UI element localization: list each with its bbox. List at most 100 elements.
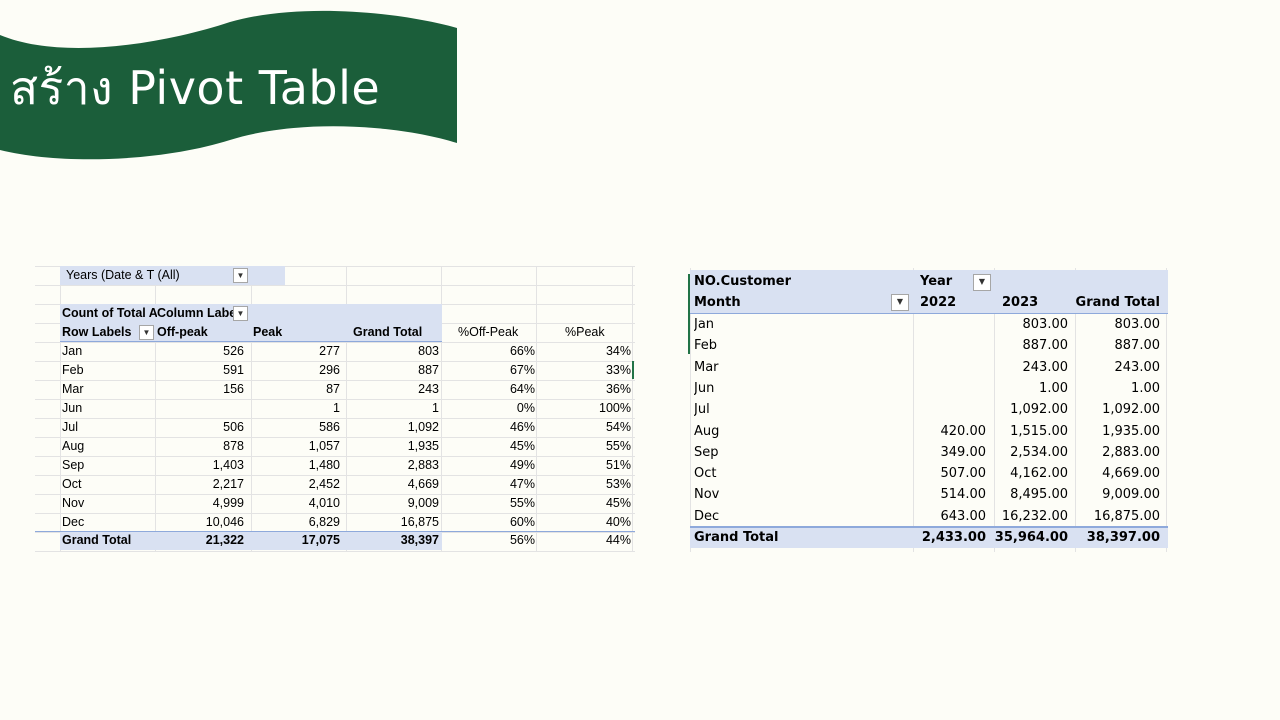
table-row: Nov 4,999 4,010 9,009 55% 45% bbox=[35, 494, 635, 513]
pct-off-peak-cell: 45% bbox=[509, 439, 535, 453]
table-row: Jan 526 277 803 66% 34% bbox=[35, 342, 635, 361]
off-peak-cell: 1,403 bbox=[212, 458, 244, 472]
table-row: Jul 1,092.00 1,092.00 bbox=[688, 399, 1168, 420]
grand-total-cell: 9,009 bbox=[407, 496, 439, 510]
month-cell: Dec bbox=[62, 515, 85, 529]
off-peak-cell: 4,999 bbox=[212, 496, 244, 510]
header-off-peak: Off-peak bbox=[157, 325, 208, 339]
grand-total-total: 38,397 bbox=[400, 533, 439, 547]
year-2022-cell bbox=[908, 378, 986, 399]
peak-cell: 1,057 bbox=[308, 439, 340, 453]
peak-cell: 1,480 bbox=[308, 458, 340, 472]
pivot-header-row: Month ▼ 2022 2023 Grand Total bbox=[688, 292, 1168, 313]
peak-cell: 87 bbox=[326, 382, 340, 396]
off-peak-cell: 10,046 bbox=[205, 515, 244, 529]
header-pct-off-peak: %Off-Peak bbox=[458, 325, 519, 339]
table-row: Aug 420.00 1,515.00 1,935.00 bbox=[688, 421, 1168, 442]
peak-cell: 586 bbox=[319, 420, 340, 434]
table-row: Jan 803.00 803.00 bbox=[688, 314, 1168, 335]
pct-off-peak-cell: 66% bbox=[509, 344, 535, 358]
peak-cell: 2,452 bbox=[308, 477, 340, 491]
grand-total-cell: 9,009.00 bbox=[1102, 487, 1160, 503]
year-2023-cell: 243.00 bbox=[1022, 359, 1069, 375]
month-cell: Mar bbox=[694, 359, 719, 375]
peak-cell: 296 bbox=[319, 363, 340, 377]
pct-off-peak-cell: 47% bbox=[509, 477, 535, 491]
grand-total-cell: 16,875 bbox=[400, 515, 439, 529]
grand-total-cell: 243 bbox=[418, 382, 439, 396]
grand-total-cell: 803.00 bbox=[1114, 317, 1161, 332]
row-labels-label: Row Labels bbox=[62, 325, 132, 339]
pct-peak-cell: 51% bbox=[605, 458, 631, 472]
table-row: Mar 243.00 243.00 bbox=[688, 357, 1168, 378]
pct-peak-cell: 33% bbox=[605, 363, 631, 377]
gridline bbox=[35, 551, 635, 552]
column-labels-dropdown-icon[interactable]: ▼ bbox=[233, 306, 248, 321]
pct-off-peak-cell: 64% bbox=[509, 382, 535, 396]
grand-total-off-peak: 21,322 bbox=[205, 533, 244, 547]
off-peak-cell: 878 bbox=[223, 439, 244, 453]
year-dropdown-icon[interactable]: ▼ bbox=[973, 274, 991, 291]
grand-total-row: Grand Total 21,322 17,075 38,397 56% 44% bbox=[35, 531, 635, 550]
year-2022-cell bbox=[908, 314, 986, 335]
grand-total-cell: 887 bbox=[418, 363, 439, 377]
year-2022-cell bbox=[908, 399, 986, 420]
slide-title: สร้าง Pivot Table bbox=[10, 61, 381, 115]
month-cell: Feb bbox=[694, 338, 718, 354]
column-field-label: Year bbox=[920, 274, 953, 289]
year-2022-cell bbox=[908, 357, 986, 378]
month-cell: Sep bbox=[62, 458, 85, 472]
year-2023-cell: 803.00 bbox=[1022, 317, 1069, 332]
table-row: Jun 1 1 0% 100% bbox=[35, 399, 635, 418]
grand-total-cell: 4,669 bbox=[407, 477, 439, 491]
month-cell: Jun bbox=[62, 401, 83, 415]
column-labels-label: Column Labe bbox=[157, 306, 233, 320]
month-cell: Aug bbox=[694, 423, 720, 439]
month-cell: Dec bbox=[694, 508, 720, 524]
off-peak-cell bbox=[155, 399, 244, 418]
table-row: Oct 2,217 2,452 4,669 47% 53% bbox=[35, 475, 635, 494]
month-dropdown-icon[interactable]: ▼ bbox=[891, 294, 909, 311]
grand-total-cell: 4,669.00 bbox=[1102, 466, 1160, 482]
pct-off-peak-cell: 49% bbox=[509, 458, 535, 472]
grand-total-cell: 1,092 bbox=[407, 420, 439, 434]
grand-total-pct-peak: 44% bbox=[605, 533, 631, 547]
table-row: Oct 507.00 4,162.00 4,669.00 bbox=[688, 463, 1168, 484]
table-row: Nov 514.00 8,495.00 9,009.00 bbox=[688, 484, 1168, 505]
value-field-label: Count of Total A bbox=[62, 306, 157, 320]
peak-cell: 6,829 bbox=[308, 515, 340, 529]
grand-total-label: Grand Total bbox=[62, 533, 132, 547]
grand-total-label: Grand Total bbox=[694, 530, 779, 545]
pct-peak-cell: 40% bbox=[605, 515, 631, 529]
peak-cell: 1 bbox=[333, 401, 340, 415]
month-cell: Jun bbox=[694, 380, 715, 396]
pivot-header-row: Row Labels ▼ Off-peak Peak Grand Total %… bbox=[35, 323, 635, 342]
grand-total-2023: 35,964.00 bbox=[994, 530, 1068, 545]
grand-total-cell: 1,935.00 bbox=[1102, 423, 1160, 439]
table-row: Jun 1.00 1.00 bbox=[688, 378, 1168, 399]
filter-dropdown-icon[interactable]: ▼ bbox=[233, 268, 248, 283]
year-2023-cell: 1.00 bbox=[1039, 380, 1068, 396]
year-2023-cell: 2,534.00 bbox=[1010, 444, 1068, 460]
header-grand-total: Grand Total bbox=[353, 325, 423, 339]
filter-field-label: Years (Date & T (All) bbox=[66, 268, 180, 282]
month-cell: Nov bbox=[694, 487, 720, 503]
left-pivot-table: Years (Date & T (All) ▼ Count of Total A… bbox=[35, 266, 635, 552]
month-cell: Jan bbox=[62, 344, 83, 358]
peak-cell: 277 bbox=[319, 344, 340, 358]
year-2023-cell: 887.00 bbox=[1022, 338, 1069, 354]
grand-total-cell: 2,883.00 bbox=[1102, 444, 1160, 460]
row-labels-dropdown-icon[interactable]: ▼ bbox=[139, 325, 154, 340]
pivot-field-row: NO.Customer Year ▼ bbox=[688, 271, 1168, 292]
right-pivot-table: NO.Customer Year ▼ Month ▼ 2022 2023 Gra… bbox=[688, 268, 1168, 552]
month-cell: Mar bbox=[62, 382, 84, 396]
grand-total-cell: 1.00 bbox=[1131, 380, 1160, 396]
header-peak: Peak bbox=[253, 325, 283, 339]
grand-total-total: 38,397.00 bbox=[1086, 530, 1160, 545]
year-2023-cell: 8,495.00 bbox=[1010, 487, 1068, 503]
table-row: Dec 10,046 6,829 16,875 60% 40% bbox=[35, 513, 635, 532]
grand-total-2022: 2,433.00 bbox=[921, 530, 986, 545]
grand-total-cell: 2,883 bbox=[407, 458, 439, 472]
pct-peak-cell: 34% bbox=[605, 344, 631, 358]
selected-cell-marker[interactable] bbox=[632, 361, 634, 379]
